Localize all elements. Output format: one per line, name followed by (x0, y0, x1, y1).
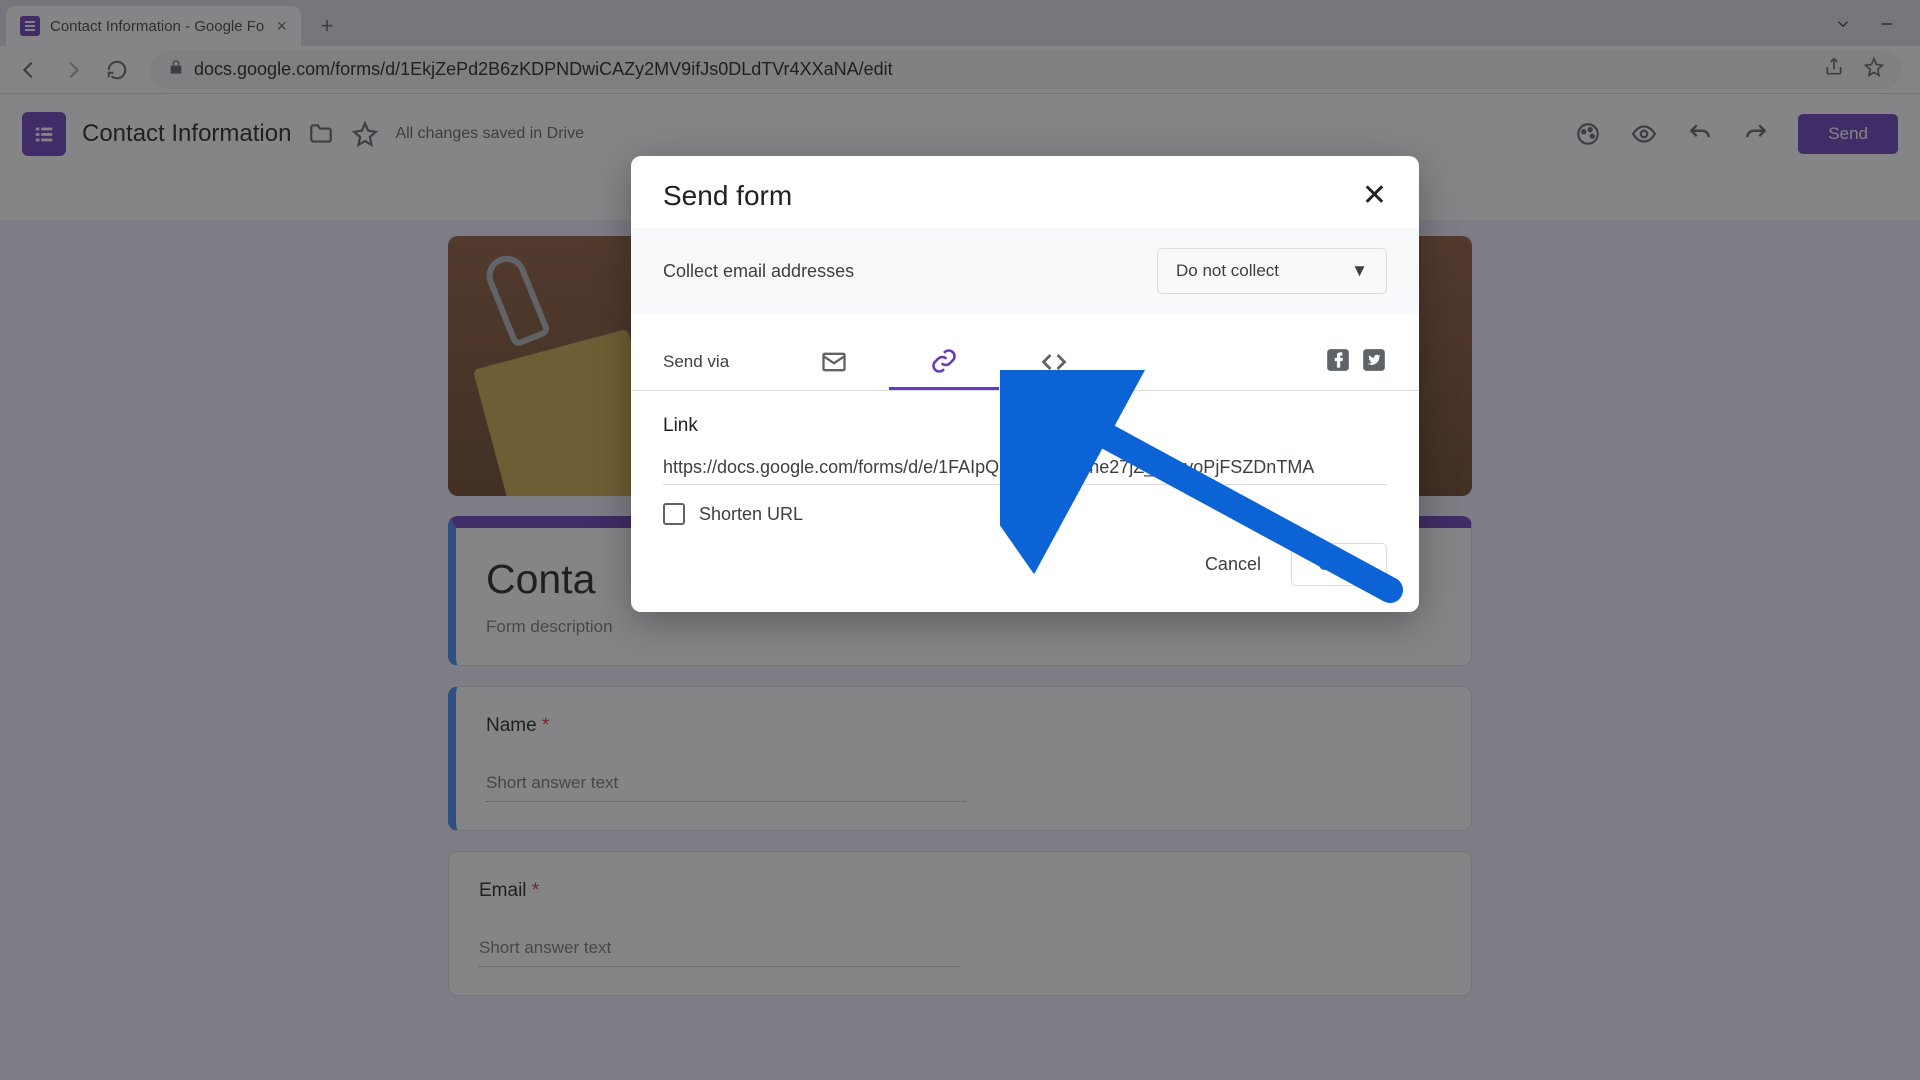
shorten-url-label: Shorten URL (699, 504, 803, 525)
facebook-icon[interactable] (1325, 347, 1351, 378)
link-url-field[interactable]: https://docs.google.com/forms/d/e/1FAIpQ… (663, 457, 1387, 485)
send-form-modal: Send form ✕ Collect email addresses Do n… (631, 156, 1419, 612)
twitter-icon[interactable] (1361, 347, 1387, 378)
close-icon[interactable]: ✕ (1362, 181, 1387, 211)
dropdown-arrow-icon: ▼ (1351, 261, 1368, 281)
collect-email-row: Collect email addresses Do not collect ▼ (631, 228, 1419, 314)
send-via-email-tab[interactable] (779, 334, 889, 390)
send-via-link-tab[interactable] (889, 334, 999, 390)
link-section-title: Link (663, 415, 1387, 437)
send-via-embed-tab[interactable] (999, 334, 1109, 390)
modal-title: Send form (663, 180, 792, 212)
send-via-label: Send via (663, 352, 729, 372)
collect-email-value: Do not collect (1176, 261, 1279, 281)
send-via-row: Send via (631, 314, 1419, 391)
collect-email-label: Collect email addresses (663, 261, 854, 282)
copy-button[interactable]: Copy (1291, 543, 1387, 586)
collect-email-select[interactable]: Do not collect ▼ (1157, 248, 1387, 294)
shorten-url-checkbox[interactable] (663, 503, 685, 525)
link-section: Link https://docs.google.com/forms/d/e/1… (631, 391, 1419, 485)
cancel-button[interactable]: Cancel (1205, 554, 1261, 575)
